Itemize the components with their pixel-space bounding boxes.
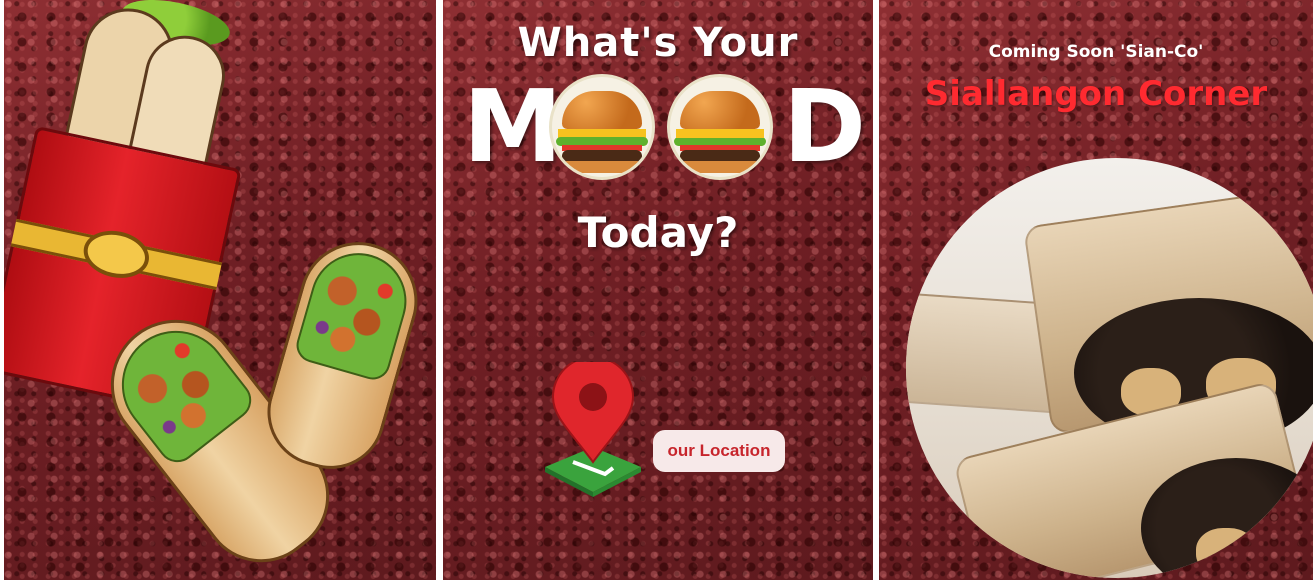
coming-soon-text: Coming Soon 'Sian-Co' bbox=[988, 42, 1204, 62]
map-pin-icon bbox=[545, 362, 641, 497]
mood-letter-m: M bbox=[463, 68, 563, 185]
mood-heading-line1: What's Your bbox=[517, 20, 799, 66]
burrito-illustration bbox=[254, 228, 432, 482]
filling-chunk bbox=[1196, 528, 1256, 576]
mood-heading-line3: Today? bbox=[577, 208, 739, 257]
burger-icon bbox=[549, 74, 655, 180]
burrito-filling bbox=[292, 241, 418, 384]
burger-icon bbox=[667, 74, 773, 180]
mood-word: M D bbox=[463, 68, 866, 185]
left-panel bbox=[4, 0, 436, 580]
our-location-button[interactable]: our Location bbox=[653, 430, 785, 472]
mood-letter-d: D bbox=[783, 68, 867, 185]
brand-name: Siallangon Corner bbox=[924, 74, 1268, 114]
right-panel: Coming Soon 'Sian-Co' Siallangon Corner bbox=[879, 0, 1313, 580]
middle-panel: What's Your M D Today? our Location bbox=[443, 0, 873, 580]
burrito-photo bbox=[906, 158, 1313, 578]
